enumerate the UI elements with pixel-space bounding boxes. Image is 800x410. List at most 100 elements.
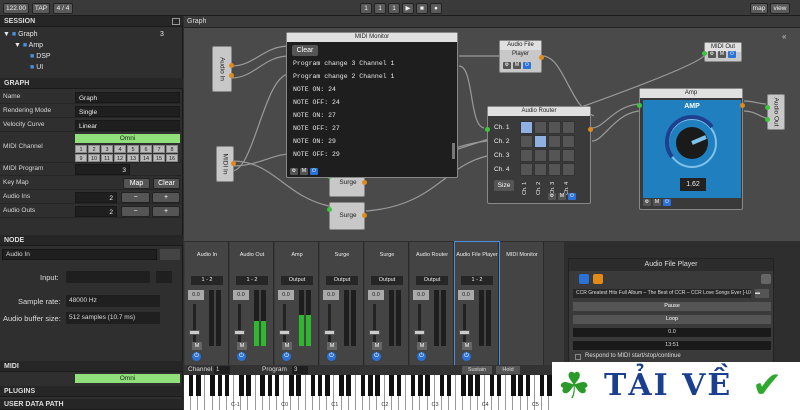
black-key[interactable] [246, 375, 251, 396]
strip-output-select[interactable]: 1 - 2 [236, 276, 268, 285]
mute-icon[interactable]: M [653, 199, 661, 206]
strip-gain-value[interactable]: 0.0 [323, 290, 339, 300]
router-cell[interactable] [562, 149, 575, 162]
black-key[interactable] [496, 375, 502, 396]
midi-channel-4[interactable]: 4 [114, 145, 126, 153]
buffer-size-select[interactable]: 512 samples (10.7 ms) [66, 312, 160, 324]
strip-gain-value[interactable]: 0.0 [188, 290, 204, 300]
amp-out-pin[interactable] [740, 103, 745, 108]
black-key[interactable] [260, 375, 266, 396]
strip-fader-handle[interactable] [369, 330, 380, 335]
strip-fader-track[interactable] [373, 304, 376, 344]
black-key[interactable] [461, 375, 466, 396]
afp-file-select[interactable]: CCR Greatest Hits Full Album – The Best … [573, 289, 751, 298]
mixer-strip[interactable]: MIDI Monitor [500, 242, 544, 365]
power-icon[interactable]: ⏻ [462, 352, 471, 361]
black-key[interactable] [389, 375, 394, 396]
mixer-strip[interactable]: Amp Output 0.0 M ⏻ [275, 242, 319, 365]
node-surge-2[interactable]: Surge [327, 202, 367, 230]
gear-icon[interactable]: ⚙ [290, 168, 298, 175]
strip-mute-button[interactable]: M [372, 342, 382, 350]
graph-editor[interactable]: Graph « Audio In MIDI In Surge Surge MID… [184, 16, 800, 241]
midi-channel-9[interactable]: 9 [75, 154, 87, 162]
afp-window-menu[interactable] [761, 274, 771, 284]
strip-fader-track[interactable] [418, 304, 421, 344]
black-key[interactable] [296, 375, 301, 396]
router-cell[interactable] [520, 121, 533, 134]
node-audio-file-player[interactable]: Audio File Player ⚙ M ⏻ [499, 40, 544, 73]
afp-loop-button[interactable]: Loop [573, 315, 771, 324]
gear-icon[interactable]: ⚙ [708, 51, 716, 58]
black-key[interactable] [418, 375, 423, 396]
node-midi-out[interactable]: MIDI Out ⚙ M ⏻ [702, 42, 742, 62]
stop-button[interactable]: ■ [416, 3, 428, 14]
tree-ui[interactable]: ■ UI [30, 64, 43, 71]
midi-out-in-pin[interactable] [702, 51, 707, 56]
audio-out-in-pin[interactable] [765, 105, 770, 110]
strip-output-select[interactable]: 1 - 2 [461, 276, 493, 285]
power-icon[interactable]: ⏻ [523, 62, 531, 69]
strip-output-select[interactable]: Output [371, 276, 403, 285]
black-key[interactable] [439, 375, 445, 396]
black-key[interactable] [367, 375, 373, 396]
black-key[interactable] [511, 375, 516, 396]
black-key[interactable] [267, 375, 273, 396]
strip-fader-handle[interactable] [324, 330, 335, 335]
router-cell[interactable] [520, 135, 533, 148]
black-key[interactable] [475, 375, 480, 396]
channel-select[interactable]: 1 [214, 366, 230, 374]
mixer-strip[interactable]: Audio In 1 - 2 0.0 M ⏻ [185, 242, 229, 365]
play-button[interactable]: ▶ [402, 3, 414, 14]
audio-in-out-pin[interactable] [229, 63, 234, 68]
input-config-button[interactable] [156, 271, 172, 283]
clear-keymap-button[interactable]: Clear [153, 178, 180, 189]
router-cell[interactable] [562, 121, 575, 134]
midi-channel-5[interactable]: 5 [127, 145, 139, 153]
black-key[interactable] [489, 375, 495, 396]
router-cell[interactable] [534, 121, 547, 134]
node-audio-router[interactable]: Audio Router Ch. 1 Ch. 2 Ch. 3 Ch. 4 Ch. 1 C… [485, 106, 593, 204]
node-midi-in[interactable]: MIDI In [216, 146, 236, 182]
router-cell[interactable] [548, 149, 561, 162]
black-key[interactable] [217, 375, 223, 396]
router-cell[interactable] [548, 163, 561, 176]
strip-mute-button[interactable]: M [462, 342, 472, 350]
strip-fader-track[interactable] [328, 304, 331, 344]
power-icon[interactable]: ⏻ [237, 352, 246, 361]
strip-fader-handle[interactable] [279, 330, 290, 335]
black-key[interactable] [224, 375, 230, 396]
user-data-header[interactable]: USER DATA PATH [0, 399, 183, 410]
afp-open-button[interactable]: ▬ [755, 289, 769, 298]
black-key[interactable] [518, 375, 523, 396]
power-icon[interactable]: ⏻ [327, 352, 336, 361]
strip-mute-button[interactable]: M [282, 342, 292, 350]
router-matrix[interactable] [520, 121, 576, 177]
black-key[interactable] [410, 375, 416, 396]
amp-gain-knob[interactable] [662, 113, 722, 173]
mixer-strip[interactable]: Audio Out 1 - 2 0.0 M ⏻ [230, 242, 274, 365]
tempo-display[interactable]: 122.00 [3, 3, 29, 14]
black-key[interactable] [196, 375, 201, 396]
amp-in-pin[interactable] [637, 103, 642, 108]
node-audio-in[interactable]: Audio In [212, 46, 234, 92]
amp-value[interactable]: 1.62 [680, 178, 706, 191]
strip-gain-value[interactable]: 0.0 [413, 290, 429, 300]
gear-icon[interactable]: ⚙ [643, 199, 651, 206]
program-select[interactable]: 3 [292, 366, 308, 374]
sustain-button[interactable]: Sustain [462, 366, 492, 374]
gear-icon[interactable]: ⚙ [548, 193, 556, 200]
audio-outs-decrement[interactable]: − [121, 206, 150, 217]
midi-channel-11[interactable]: 11 [101, 154, 113, 162]
view-button[interactable]: view [770, 3, 790, 14]
strip-fader-handle[interactable] [459, 330, 470, 335]
omni-toggle[interactable]: Omni [75, 134, 180, 143]
black-key[interactable] [425, 375, 430, 396]
tree-amp[interactable]: ▼ ■ Amp [14, 42, 43, 49]
midi-channel-6[interactable]: 6 [140, 145, 152, 153]
surge-2-out-pin[interactable] [362, 213, 367, 218]
power-icon[interactable]: ⏻ [663, 199, 671, 206]
audio-ins-decrement[interactable]: − [121, 192, 150, 203]
afp-respond-checkbox[interactable] [575, 354, 581, 360]
black-key[interactable] [324, 375, 330, 396]
power-icon[interactable]: ⏻ [568, 193, 576, 200]
